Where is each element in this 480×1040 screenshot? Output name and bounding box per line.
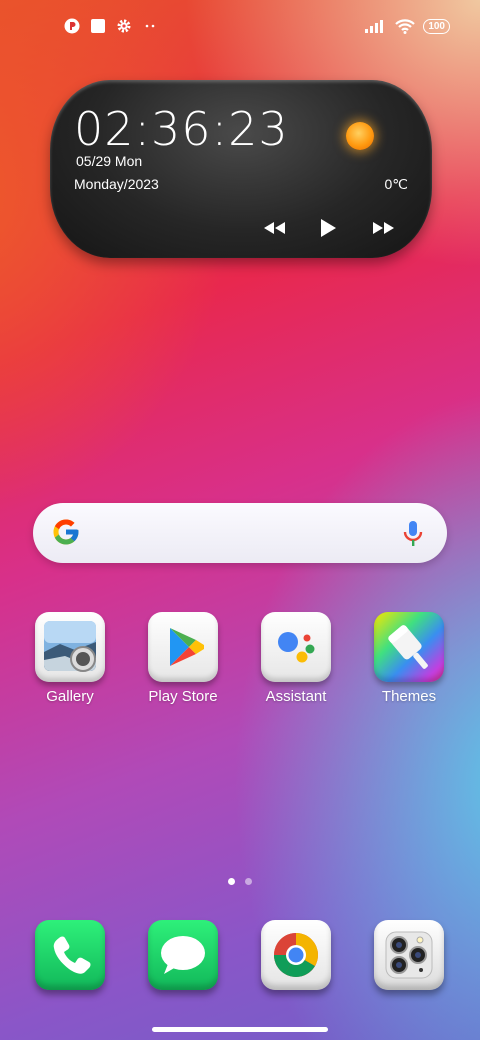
app-label: Gallery xyxy=(46,688,94,705)
app-themes[interactable]: Themes xyxy=(364,612,454,705)
page-dot xyxy=(245,878,252,885)
camera-icon[interactable] xyxy=(374,920,444,990)
phone-icon[interactable] xyxy=(35,920,105,990)
sun-icon xyxy=(346,122,374,150)
clock-date: 05/29 Mon xyxy=(76,153,143,169)
settings-gear-icon xyxy=(117,19,131,33)
page-dot-active xyxy=(228,878,235,885)
status-bar-right: 100 xyxy=(365,18,450,34)
google-logo-icon[interactable] xyxy=(51,517,81,547)
app-play-store[interactable]: Play Store xyxy=(138,612,228,705)
status-bar-left xyxy=(64,18,158,34)
square-notification-icon xyxy=(91,19,105,33)
temperature: 0℃ xyxy=(384,176,408,192)
signal-icon xyxy=(365,20,384,33)
app-label: Themes xyxy=(381,688,437,705)
battery-icon: 100 xyxy=(423,18,450,34)
home-indicator[interactable] xyxy=(152,1027,328,1032)
app-gallery[interactable]: Gallery xyxy=(25,612,115,705)
play-store-icon[interactable] xyxy=(148,612,218,682)
clock-day-year: Monday/2023 xyxy=(74,176,159,192)
app-label: Assistant xyxy=(265,688,327,705)
messages-icon[interactable] xyxy=(148,920,218,990)
play-icon[interactable] xyxy=(318,218,338,238)
wifi-icon xyxy=(395,19,416,34)
assistant-icon[interactable] xyxy=(261,612,331,682)
rewind-icon[interactable] xyxy=(262,220,288,236)
microphone-icon[interactable] xyxy=(403,520,423,548)
app-label: Play Store xyxy=(148,688,218,705)
more-dots-icon xyxy=(145,24,155,28)
google-search-bar[interactable] xyxy=(33,503,447,563)
page-indicator xyxy=(228,878,252,885)
status-bar: 100 xyxy=(0,0,480,56)
themes-icon[interactable] xyxy=(374,612,444,682)
chrome-icon[interactable] xyxy=(261,920,331,990)
app-assistant[interactable]: Assistant xyxy=(251,612,341,705)
clock-widget[interactable]: 02:36:23 05/29 Mon Monday/2023 0℃ xyxy=(50,80,432,258)
clock-time: 02:36:23 xyxy=(74,102,289,156)
app-notification-icon xyxy=(64,18,80,34)
fast-forward-icon[interactable] xyxy=(370,220,396,236)
gallery-icon[interactable] xyxy=(35,612,105,682)
